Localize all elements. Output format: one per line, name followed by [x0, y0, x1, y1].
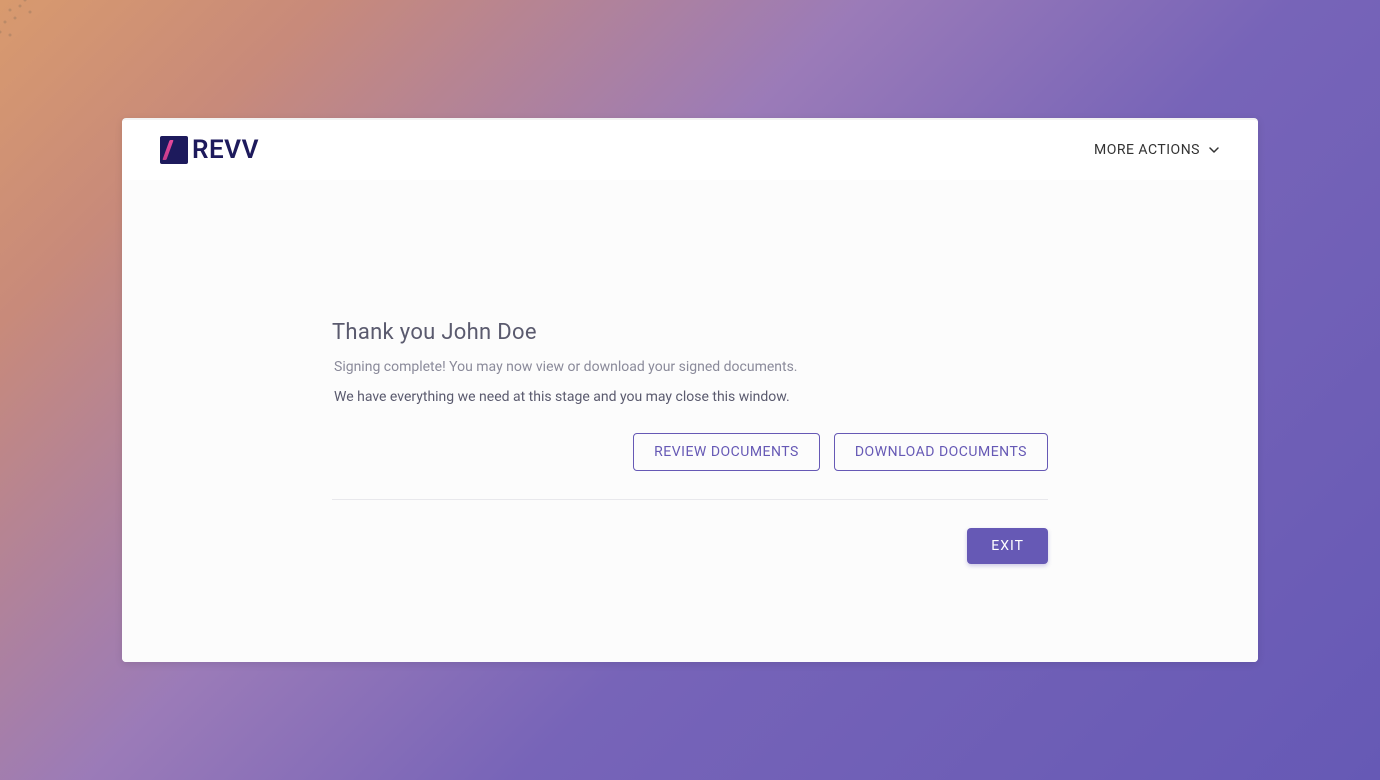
signing-complete-text: Signing complete! You may now view or do… [332, 359, 1048, 375]
document-actions-row: REVIEW DOCUMENTS DOWNLOAD DOCUMENTS [332, 433, 1048, 500]
close-window-text: We have everything we need at this stage… [332, 389, 1048, 405]
logo: REVV [160, 135, 259, 165]
exit-button[interactable]: EXIT [967, 528, 1048, 564]
content-area: Thank you John Doe Signing complete! You… [332, 320, 1048, 662]
more-actions-dropdown[interactable]: MORE ACTIONS [1094, 142, 1220, 158]
thank-you-title: Thank you John Doe [332, 320, 1048, 345]
more-actions-label: MORE ACTIONS [1094, 142, 1200, 158]
card-body: Thank you John Doe Signing complete! You… [122, 180, 1258, 662]
confirmation-card: REVV MORE ACTIONS Thank you John Doe Sig… [122, 118, 1258, 662]
logo-text: REVV [192, 135, 259, 165]
logo-mark-icon [160, 136, 188, 164]
card-header: REVV MORE ACTIONS [122, 120, 1258, 180]
background-decoration [0, 0, 60, 50]
download-documents-button[interactable]: DOWNLOAD DOCUMENTS [834, 433, 1048, 471]
exit-row: EXIT [332, 500, 1048, 564]
chevron-down-icon [1208, 144, 1220, 156]
review-documents-button[interactable]: REVIEW DOCUMENTS [633, 433, 820, 471]
